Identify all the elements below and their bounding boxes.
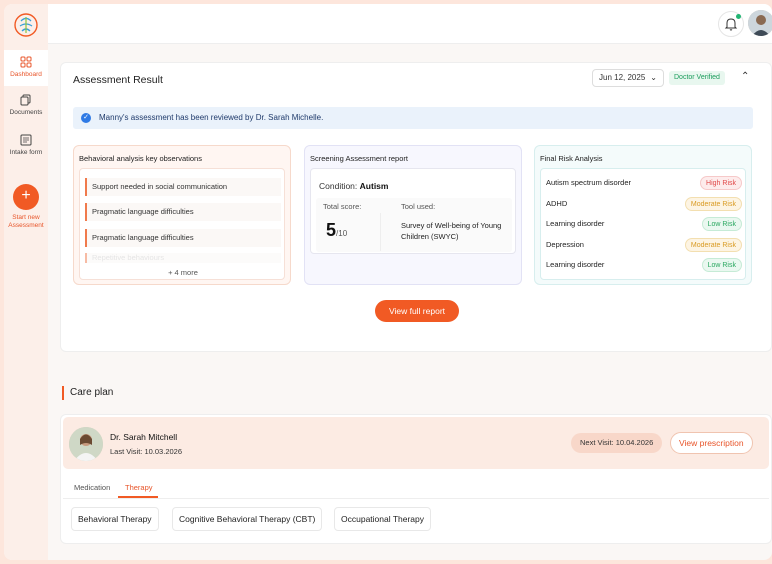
risk-badge: Moderate Risk — [684, 238, 742, 252]
doctor-name: Dr. Sarah Mitchell — [110, 432, 178, 442]
assessment-result-card: Assessment Result Jun 12, 2025 ⌄ Doctor … — [60, 62, 772, 352]
list-item: Repetitive behaviours — [85, 253, 281, 263]
brain-logo-icon — [14, 13, 38, 37]
sidebar-item-label: Dashboard — [10, 71, 42, 78]
last-visit: Last Visit: 10.03.2026 — [110, 447, 182, 456]
review-notice: ✓ Manny's assessment has been reviewed b… — [73, 107, 753, 129]
care-plan-title: Care plan — [62, 386, 113, 400]
risk-row: Learning disorder Low Risk — [546, 216, 742, 232]
divider — [380, 213, 381, 251]
therapy-chip: Cognitive Behavioral Therapy (CBT) — [172, 507, 323, 531]
next-visit-badge: Next Visit: 10.04.2026 — [571, 433, 663, 453]
risk-badge: Moderate Risk — [684, 197, 742, 211]
sidebar-item-documents[interactable]: Documents — [4, 94, 48, 130]
observations-panel: Behavioral analysis key observations Sup… — [73, 145, 291, 285]
observations-list: Support needed in social communication P… — [79, 168, 285, 280]
sidebar-item-label: Documents — [9, 109, 43, 116]
sidebar: Dashboard Documents Intake form + Start … — [4, 4, 48, 560]
intake-form-icon — [20, 134, 32, 146]
doctor-avatar — [69, 427, 103, 461]
risk-row: Depression Moderate Risk — [546, 237, 742, 253]
score-box: Total score: Tool used: 5/10 Survey of W… — [316, 198, 512, 252]
check-circle-icon: ✓ — [81, 113, 91, 123]
risk-badge: Low Risk — [701, 217, 742, 231]
collapse-chevron-up-icon[interactable]: ⌃ — [741, 71, 749, 82]
app-frame: Dashboard Documents Intake form + Start … — [4, 4, 772, 560]
grid-icon — [20, 56, 32, 68]
sidebar-item-intake-form[interactable]: Intake form — [4, 134, 48, 170]
screening-report: Condition: Autism Total score: Tool used… — [310, 168, 516, 254]
list-item: Support needed in social communication — [85, 178, 281, 196]
screening-panel: Screening Assessment report Condition: A… — [304, 145, 522, 285]
care-plan-header: Dr. Sarah Mitchell Last Visit: 10.03.202… — [63, 417, 769, 469]
risk-badge: High Risk — [700, 176, 742, 190]
chevron-down-icon: ⌄ — [650, 73, 657, 82]
start-new-assessment-label[interactable]: Start new Assessment — [4, 214, 48, 230]
user-photo-icon — [748, 10, 772, 36]
plus-icon: + — [21, 187, 31, 204]
view-full-report-button[interactable]: View full report — [375, 300, 459, 322]
list-item: Pragmatic language difficulties — [85, 203, 281, 221]
list-item: Pragmatic language difficulties — [85, 229, 281, 247]
tab-therapy[interactable]: Therapy — [125, 483, 153, 492]
therapy-chip: Behavioral Therapy — [71, 507, 159, 531]
view-prescription-button[interactable]: View prescription — [670, 432, 753, 454]
risk-title: Final Risk Analysis — [540, 154, 603, 163]
risk-badge: Low Risk — [701, 258, 742, 272]
date-select[interactable]: Jun 12, 2025 ⌄ — [592, 69, 664, 87]
more-observations-link[interactable]: + 4 more — [80, 268, 286, 277]
risk-row: Learning disorder Low Risk — [546, 257, 742, 273]
tool-used-value: Survey of Well-being of Young Children (… — [401, 221, 502, 241]
top-bar — [48, 4, 772, 44]
tool-used-label: Tool used: — [401, 202, 436, 211]
condition: Condition: Autism — [319, 181, 389, 191]
tab-medication[interactable]: Medication — [74, 483, 110, 492]
start-new-assessment-button[interactable]: + — [13, 184, 39, 210]
therapy-chip: Occupational Therapy — [334, 507, 432, 531]
doctor-verified-badge: Doctor Verified — [669, 71, 725, 85]
risk-row: ADHD Moderate Risk — [546, 196, 742, 212]
user-avatar[interactable] — [748, 10, 772, 36]
assessment-title: Assessment Result — [73, 74, 163, 86]
notifications-button[interactable] — [718, 11, 744, 37]
risk-row: Autism spectrum disorder High Risk — [546, 175, 742, 191]
risk-list: Autism spectrum disorder High Risk ADHD … — [540, 168, 746, 280]
tab-divider — [63, 498, 769, 499]
documents-icon — [20, 94, 31, 106]
sidebar-item-label: Intake form — [9, 149, 43, 156]
care-plan-card: Dr. Sarah Mitchell Last Visit: 10.03.202… — [60, 414, 772, 544]
observations-title: Behavioral analysis key observations — [79, 154, 202, 163]
total-score-label: Total score: — [323, 202, 362, 211]
doctor-photo-icon — [69, 427, 103, 461]
notification-dot — [736, 14, 741, 19]
score-value: 5/10 — [326, 220, 348, 240]
screening-title: Screening Assessment report — [310, 154, 408, 163]
risk-panel: Final Risk Analysis Autism spectrum diso… — [534, 145, 752, 285]
sidebar-item-dashboard[interactable]: Dashboard — [4, 50, 48, 86]
